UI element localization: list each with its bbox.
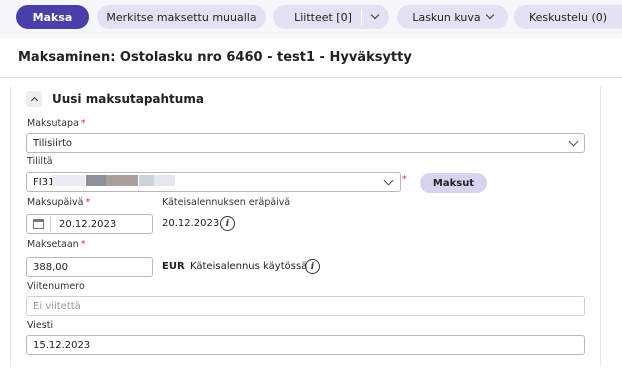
masked-account-number xyxy=(154,175,175,186)
attachments-dropdown-button[interactable] xyxy=(361,5,389,29)
message-value: 15.12.2023 xyxy=(33,339,91,351)
panel-border xyxy=(10,86,11,366)
chevron-down-icon xyxy=(383,175,394,186)
currency-label: EUR xyxy=(162,261,185,272)
attachments-button[interactable]: Liitteet [0] xyxy=(273,5,373,29)
info-icon[interactable]: i xyxy=(305,259,320,274)
chevron-down-icon xyxy=(568,136,579,147)
required-marker: * xyxy=(80,118,86,129)
payment-date-label: Maksupäivä * xyxy=(27,197,90,208)
payment-method-label: Maksutapa * xyxy=(27,118,86,129)
masked-account-number xyxy=(86,175,106,186)
masked-account-number xyxy=(139,175,154,186)
panel-border xyxy=(600,86,601,366)
invoice-image-label: Laskun kuva xyxy=(412,10,481,24)
cash-discount-due-label: Käteisalennuksen eräpäivä xyxy=(162,197,291,208)
chevron-up-icon xyxy=(30,96,38,105)
discussion-button[interactable]: Keskustelu (0) xyxy=(514,5,622,29)
cash-discount-due-value: 20.12.2023 xyxy=(162,218,220,229)
divider xyxy=(50,216,51,232)
info-icon[interactable]: i xyxy=(220,216,235,231)
reference-input[interactable]: Ei viitettä xyxy=(26,296,585,316)
reference-label: Viitenumero xyxy=(27,281,85,292)
amount-label: Maksetaan * xyxy=(27,239,85,250)
pay-button[interactable]: Maksa xyxy=(16,5,89,29)
action-toolbar: Maksa Merkitse maksettu muualla Liitteet… xyxy=(0,0,622,38)
message-label: Viesti xyxy=(27,320,54,331)
masked-account-number xyxy=(106,175,138,186)
message-input[interactable]: 15.12.2023 xyxy=(26,335,585,355)
amount-label-text: Maksetaan xyxy=(27,239,79,250)
payment-method-label-text: Maksutapa xyxy=(27,118,79,129)
required-marker: * xyxy=(402,174,407,185)
payments-button[interactable]: Maksut xyxy=(420,173,487,193)
mark-paid-elsewhere-button[interactable]: Merkitse maksettu muualla xyxy=(97,5,266,29)
calendar-icon[interactable] xyxy=(33,219,44,229)
divider xyxy=(0,77,622,78)
payment-date-label-text: Maksupäivä xyxy=(27,197,84,208)
required-marker: * xyxy=(85,197,91,208)
chevron-down-icon xyxy=(485,10,494,20)
chevron-down-icon xyxy=(370,10,380,20)
amount-value: 388,00 xyxy=(33,261,68,273)
cash-discount-note: Käteisalennus käytössä xyxy=(190,261,308,272)
reference-placeholder: Ei viitettä xyxy=(33,300,81,312)
page-title: Maksaminen: Ostolasku nro 6460 - test1 -… xyxy=(18,50,412,65)
payment-date-input[interactable]: 20.12.2023 xyxy=(26,214,153,234)
account-label: Tililtä xyxy=(27,156,53,167)
section-title: Uusi maksutapahtuma xyxy=(52,92,204,106)
section-collapse-button[interactable] xyxy=(26,91,42,107)
payment-date-value: 20.12.2023 xyxy=(59,218,117,230)
masked-account-number xyxy=(52,175,85,186)
amount-input[interactable]: 388,00 xyxy=(26,257,153,277)
payment-method-select[interactable]: Tilisiirto xyxy=(26,133,585,153)
required-marker: * xyxy=(80,239,86,250)
payment-method-value: Tilisiirto xyxy=(33,137,73,149)
invoice-image-button[interactable]: Laskun kuva xyxy=(397,5,508,29)
